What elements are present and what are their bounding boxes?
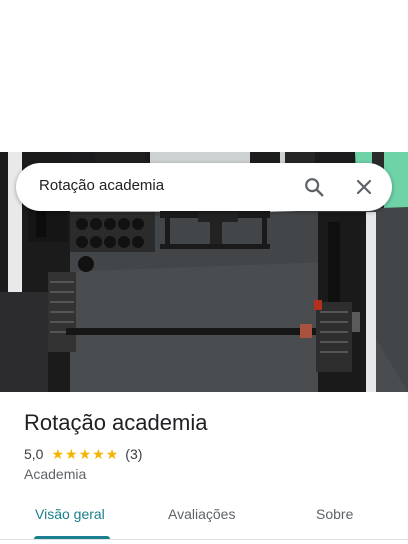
- star-icon: ★: [105, 446, 119, 462]
- star-rating: ★ ★ ★ ★ ★: [51, 447, 119, 461]
- top-blank-area: [0, 0, 408, 152]
- tab-about[interactable]: Sobre: [316, 506, 353, 522]
- close-icon[interactable]: [354, 177, 374, 197]
- star-icon: ★: [65, 446, 78, 462]
- star-icon: ★: [92, 446, 105, 462]
- star-icon: ★: [51, 446, 65, 462]
- tab-overview[interactable]: Visão geral: [35, 506, 105, 522]
- search-bar[interactable]: Rotação academia: [16, 163, 392, 211]
- tab-divider: [0, 539, 408, 540]
- rating-value: 5,0: [24, 446, 44, 462]
- rating-row[interactable]: 5,0 ★ ★ ★ ★ ★ (3): [24, 445, 142, 463]
- place-title: Rotação academia: [24, 410, 208, 435]
- place-info-panel: Rotação academia 5,0 ★ ★ ★ ★ ★ (3) Acade…: [0, 392, 408, 544]
- search-query-text[interactable]: Rotação academia: [39, 177, 164, 194]
- place-category[interactable]: Academia: [24, 466, 86, 482]
- search-icon[interactable]: [303, 176, 325, 198]
- review-count[interactable]: (3): [125, 446, 142, 462]
- tab-reviews[interactable]: Avaliações: [168, 506, 235, 522]
- tab-bar: Visão geral Avaliações Sobre: [0, 496, 408, 544]
- star-icon: ★: [78, 446, 92, 462]
